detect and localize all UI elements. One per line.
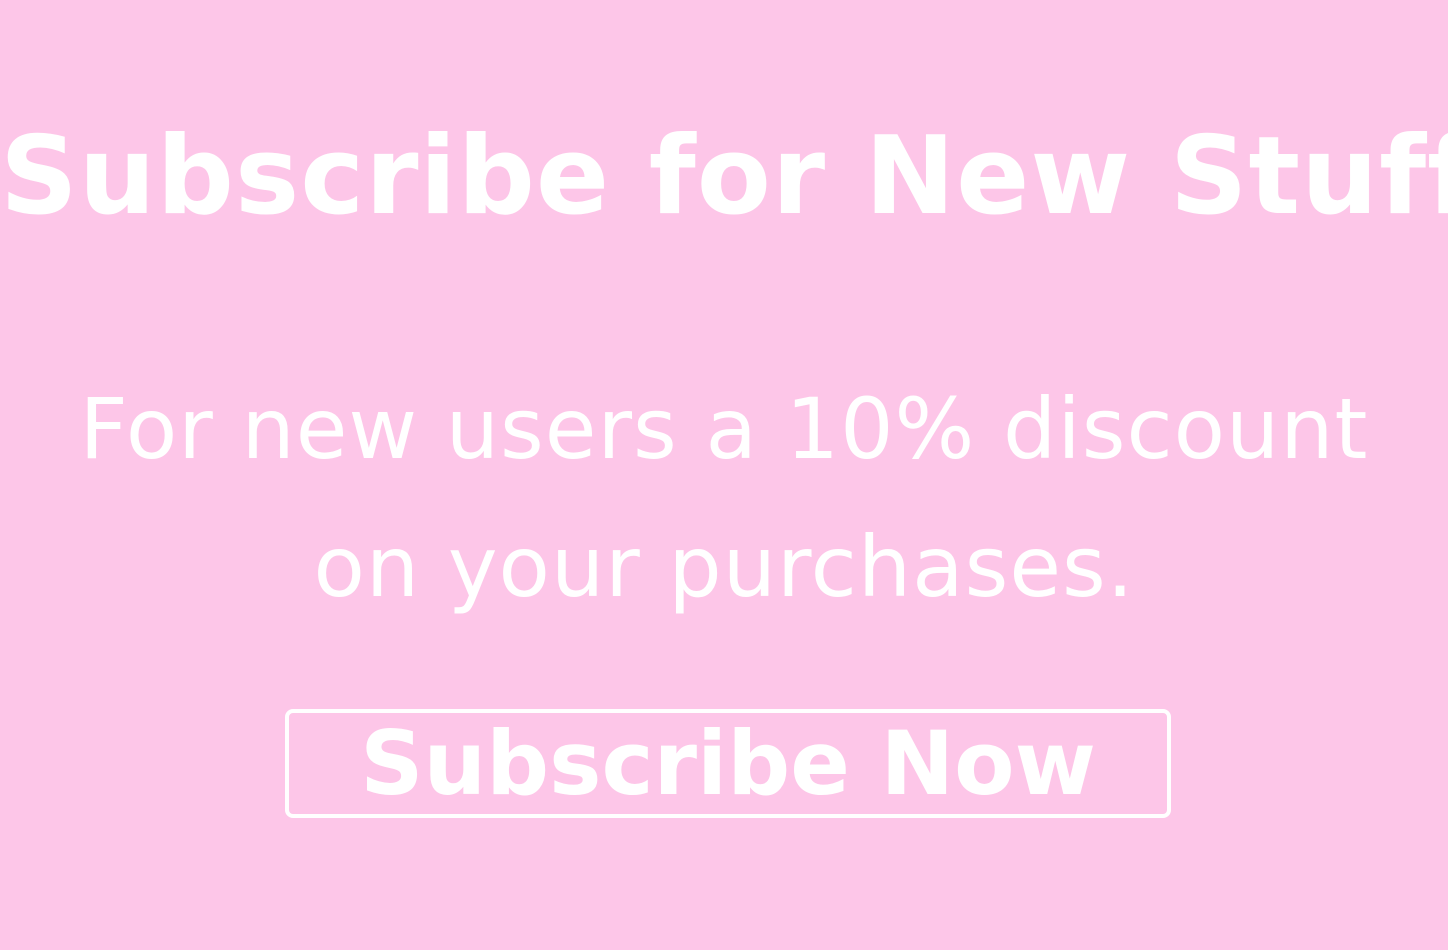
banner-subtitle-line-1: For new users a 10% discount — [79, 380, 1369, 478]
banner-headline: Subscribe for New Stuff — [0, 114, 1448, 239]
subscribe-now-button[interactable]: Subscribe Now — [285, 709, 1171, 818]
subscribe-banner: Subscribe for New Stuff For new users a … — [0, 0, 1448, 950]
banner-subtitle: For new users a 10% discount on your pur… — [50, 360, 1398, 636]
banner-subtitle-line-2: on your purchases. — [313, 518, 1135, 616]
